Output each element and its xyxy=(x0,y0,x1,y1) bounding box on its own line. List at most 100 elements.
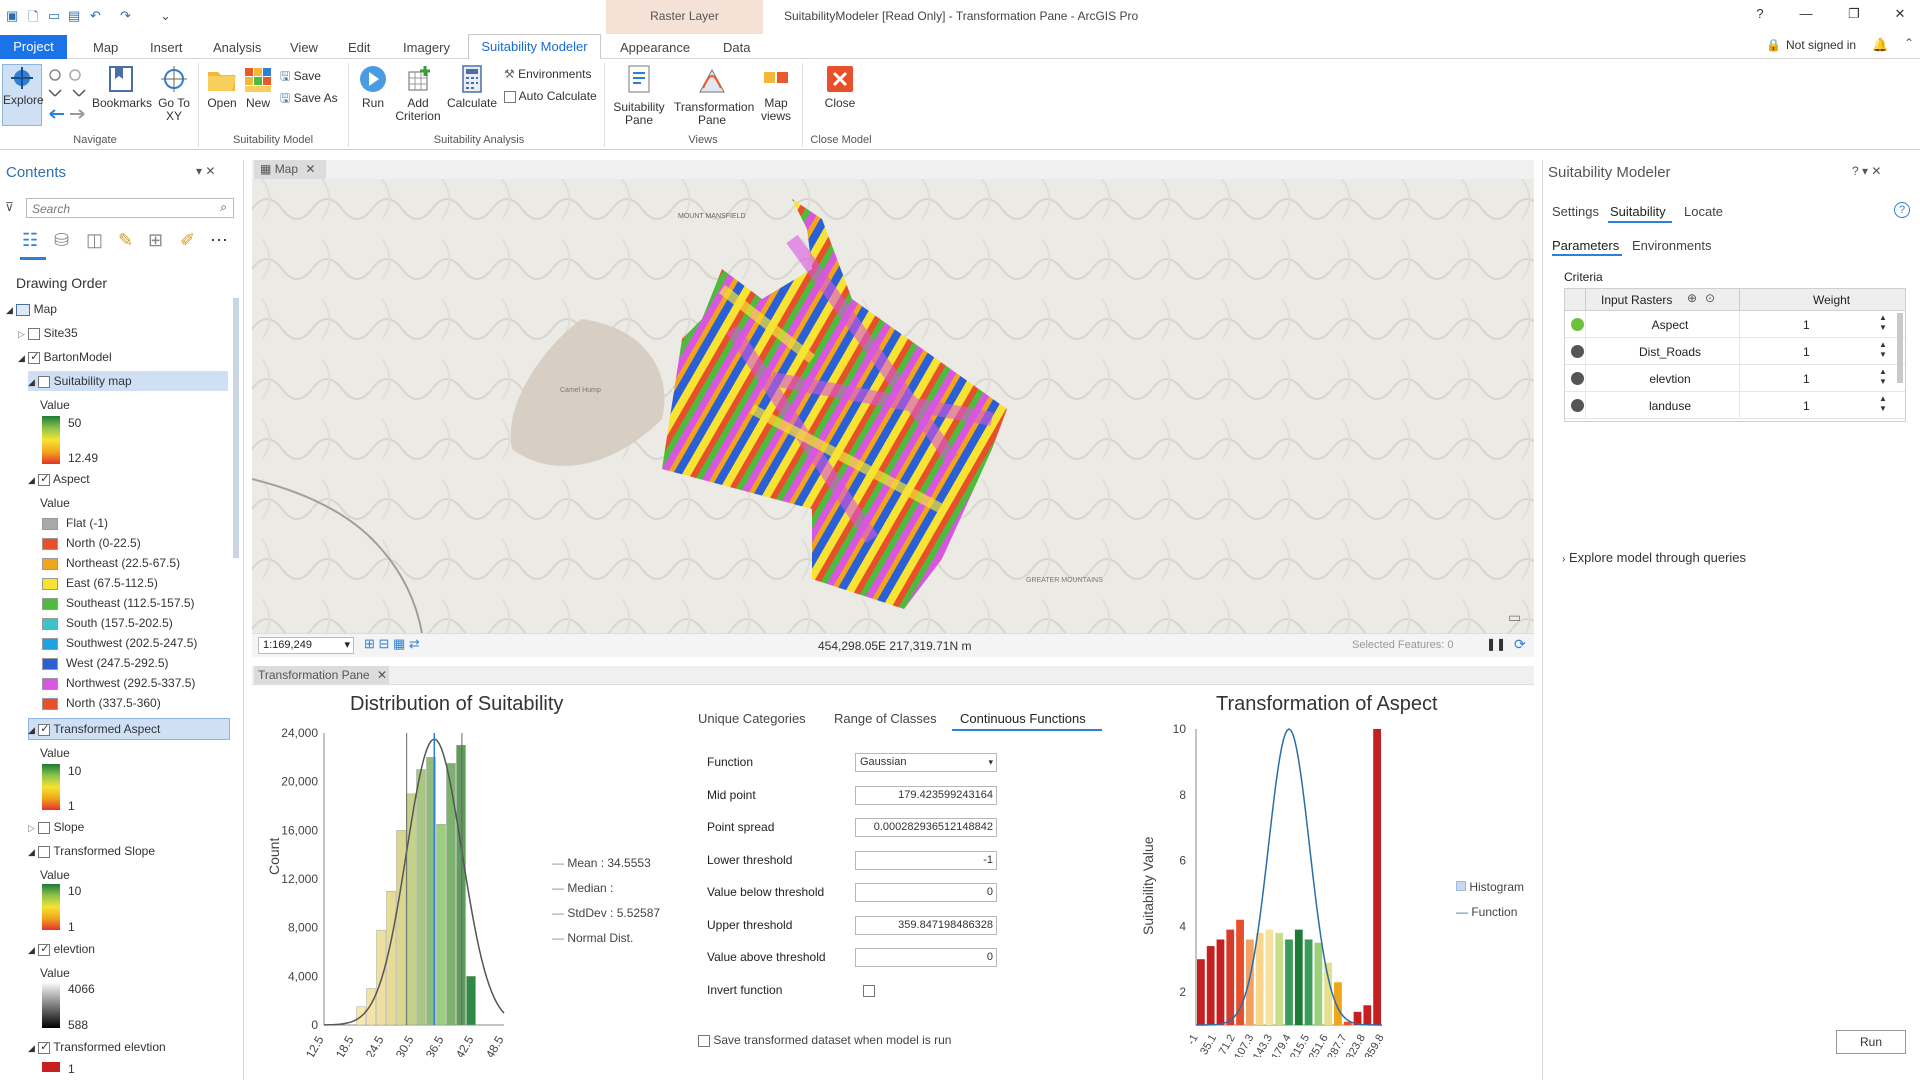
param-input[interactable]: 0 xyxy=(855,948,997,967)
toc-elevation[interactable]: ◢ elevtion xyxy=(28,942,95,956)
histogram-bar xyxy=(1255,932,1264,1025)
map-views-button[interactable]: Map views xyxy=(756,64,796,123)
help-icon[interactable]: ? xyxy=(1740,6,1780,21)
environments-button[interactable]: ⚒ Environments xyxy=(504,67,591,81)
minimize-icon[interactable]: — xyxy=(1786,6,1826,21)
open-project-icon[interactable]: ▭ xyxy=(48,8,60,24)
tab-suitability[interactable]: Suitability xyxy=(1610,204,1666,219)
invert-function-checkbox[interactable] xyxy=(863,985,875,998)
map-status-tools-icon[interactable]: ⊞ ⊟ ▦ ⇄ xyxy=(364,636,420,652)
tab-map[interactable]: Map xyxy=(83,38,128,59)
run-button[interactable]: Run xyxy=(1836,1030,1906,1054)
param-input[interactable]: 359.847198486328 xyxy=(855,915,997,935)
suitability-pane-button[interactable]: Suitability Pane xyxy=(608,64,670,127)
explore-queries-expander[interactable]: › Explore model through queries xyxy=(1562,550,1746,565)
toc-suitability-map[interactable]: ◢ Suitability map xyxy=(28,374,132,388)
tab-range-of-classes[interactable]: Range of Classes xyxy=(834,711,937,726)
pause-icon[interactable]: ❚❚ xyxy=(1486,637,1506,651)
tab-unique-categories[interactable]: Unique Categories xyxy=(698,711,806,726)
scale-dropdown[interactable]: 1:169,249 ▾ xyxy=(258,637,354,654)
function-dropdown[interactable]: Gaussian ▾ xyxy=(855,753,997,772)
pane-controls-icon[interactable]: ? ▾ ✕ xyxy=(1852,164,1881,178)
criteria-row[interactable]: Dist_Roads 1 ▲ ▼ xyxy=(1565,338,1905,365)
contents-scrollbar[interactable] xyxy=(233,298,239,558)
bookmarks-button[interactable]: Bookmarks xyxy=(92,64,152,110)
criteria-row[interactable]: landuse 1 ▲ ▼ xyxy=(1565,392,1905,419)
tab-view[interactable]: View xyxy=(280,38,328,59)
more-options-icon[interactable]: ⋯ xyxy=(210,230,228,251)
contents-search-input[interactable]: Search ⌕ xyxy=(26,198,234,218)
criteria-row[interactable]: Aspect 1 ▲ ▼ xyxy=(1565,311,1905,338)
close-window-icon[interactable]: ✕ xyxy=(1880,6,1920,22)
labeling-icon[interactable]: ✐ xyxy=(180,230,195,251)
histogram-bar xyxy=(1304,939,1313,1025)
toc-transformed-slope[interactable]: ◢ Transformed Slope xyxy=(28,844,155,858)
tab-analysis[interactable]: Analysis xyxy=(203,38,271,59)
close-model-button[interactable]: Close xyxy=(808,64,872,110)
param-input[interactable]: 0 xyxy=(855,883,997,902)
tab-edit[interactable]: Edit xyxy=(338,38,380,59)
tab-data[interactable]: Data xyxy=(713,38,760,59)
save-project-icon[interactable]: ▤ xyxy=(68,8,80,24)
new-model-button[interactable]: New xyxy=(242,64,274,110)
redo-icon[interactable]: ↷ xyxy=(120,8,131,24)
toc-transformed-aspect[interactable]: ◢ Transformed Aspect xyxy=(28,722,160,736)
subtab-environments[interactable]: Environments xyxy=(1632,238,1711,253)
criteria-row[interactable]: elevtion 1 ▲ ▼ xyxy=(1565,365,1905,392)
collapse-ribbon-icon[interactable]: ⌃ xyxy=(1904,36,1914,50)
goto-xy-button[interactable]: Go To XY xyxy=(154,64,194,123)
navigate-tools[interactable] xyxy=(46,66,88,126)
help-circle-icon[interactable]: ? xyxy=(1894,202,1910,218)
map-view[interactable]: MOUNT MANSFIELD GREATER MOUNTAINS Camel … xyxy=(252,179,1534,633)
toc-transformed-elevation[interactable]: ◢ Transformed elevtion xyxy=(28,1040,166,1054)
tab-appearance[interactable]: Appearance xyxy=(610,38,700,59)
raster-options-icon[interactable]: ⊙ xyxy=(1705,291,1715,305)
add-raster-icon[interactable]: ⊕ xyxy=(1687,291,1697,305)
toc-slope[interactable]: ▷ Slope xyxy=(28,820,84,834)
refresh-icon[interactable]: ⟳ xyxy=(1514,636,1526,653)
new-project-icon[interactable]: 🗋 xyxy=(28,8,38,30)
notification-icon[interactable]: 🔔 xyxy=(1872,37,1888,53)
param-input[interactable]: 0.000282936512148842 xyxy=(855,818,997,837)
toc-site35[interactable]: ▷ Site35 xyxy=(18,326,78,340)
toc-bartonmodel[interactable]: ◢ BartonModel xyxy=(18,350,112,364)
explore-button[interactable]: Explore xyxy=(2,64,44,126)
run-ribbon-button[interactable]: Run xyxy=(354,64,392,110)
criteria-scrollbar[interactable] xyxy=(1897,313,1903,383)
customize-qat-icon[interactable]: ⌄ xyxy=(160,8,171,24)
map-tools-icon[interactable]: ▭ xyxy=(1508,609,1521,626)
transformation-pane-button[interactable]: Transformation Pane xyxy=(674,64,754,127)
toc-map[interactable]: ◢ Map xyxy=(6,302,57,316)
filter-icon[interactable]: ⊽ xyxy=(5,200,14,214)
open-model-button[interactable]: Open xyxy=(204,64,240,110)
add-criterion-button[interactable]: Add Criterion xyxy=(394,64,442,123)
selection-icon[interactable]: ◫ xyxy=(86,230,103,251)
param-input[interactable]: -1 xyxy=(855,850,997,870)
snapping-icon[interactable]: ⊞ xyxy=(148,230,163,251)
save-transformed-checkbox[interactable]: Save transformed dataset when model is r… xyxy=(698,1033,951,1047)
tab-settings[interactable]: Settings xyxy=(1552,204,1599,219)
pane-options-icon[interactable]: ▾ ✕ xyxy=(196,164,215,178)
editing-icon[interactable]: ✎ xyxy=(118,230,133,251)
tab-suitability-modeler[interactable]: Suitability Modeler xyxy=(468,34,601,60)
map-tab[interactable]: ▦ Map ✕ xyxy=(254,160,326,179)
subtab-parameters[interactable]: Parameters xyxy=(1552,238,1619,253)
calculate-button[interactable]: Calculate xyxy=(446,64,498,110)
data-source-icon[interactable]: ⛁ xyxy=(54,230,69,251)
restore-icon[interactable]: ❐ xyxy=(1834,6,1874,22)
undo-icon[interactable]: ↶ xyxy=(90,8,101,24)
param-input[interactable]: 179.423599243164 xyxy=(855,785,997,805)
toc-aspect[interactable]: ◢ Aspect xyxy=(28,472,90,486)
tab-insert[interactable]: Insert xyxy=(140,38,193,59)
drawing-order-icon[interactable]: ☷ xyxy=(22,230,38,251)
save-model-button[interactable]: 🖫 Save xyxy=(280,67,321,88)
auto-calculate-checkbox[interactable]: Auto Calculate xyxy=(504,89,597,103)
tab-continuous-functions[interactable]: Continuous Functions xyxy=(960,711,1086,726)
tab-project[interactable]: Project xyxy=(0,35,67,59)
signin-status[interactable]: Not signed in xyxy=(1786,38,1856,52)
tab-imagery[interactable]: Imagery xyxy=(393,38,460,59)
transformation-tab[interactable]: Transformation Pane ✕ xyxy=(254,666,389,684)
tab-locate[interactable]: Locate xyxy=(1684,204,1723,219)
save-as-model-button[interactable]: 🖫 Save As xyxy=(280,89,338,110)
map-coordinates[interactable]: 454,298.05E 217,319.71N m xyxy=(818,639,971,653)
